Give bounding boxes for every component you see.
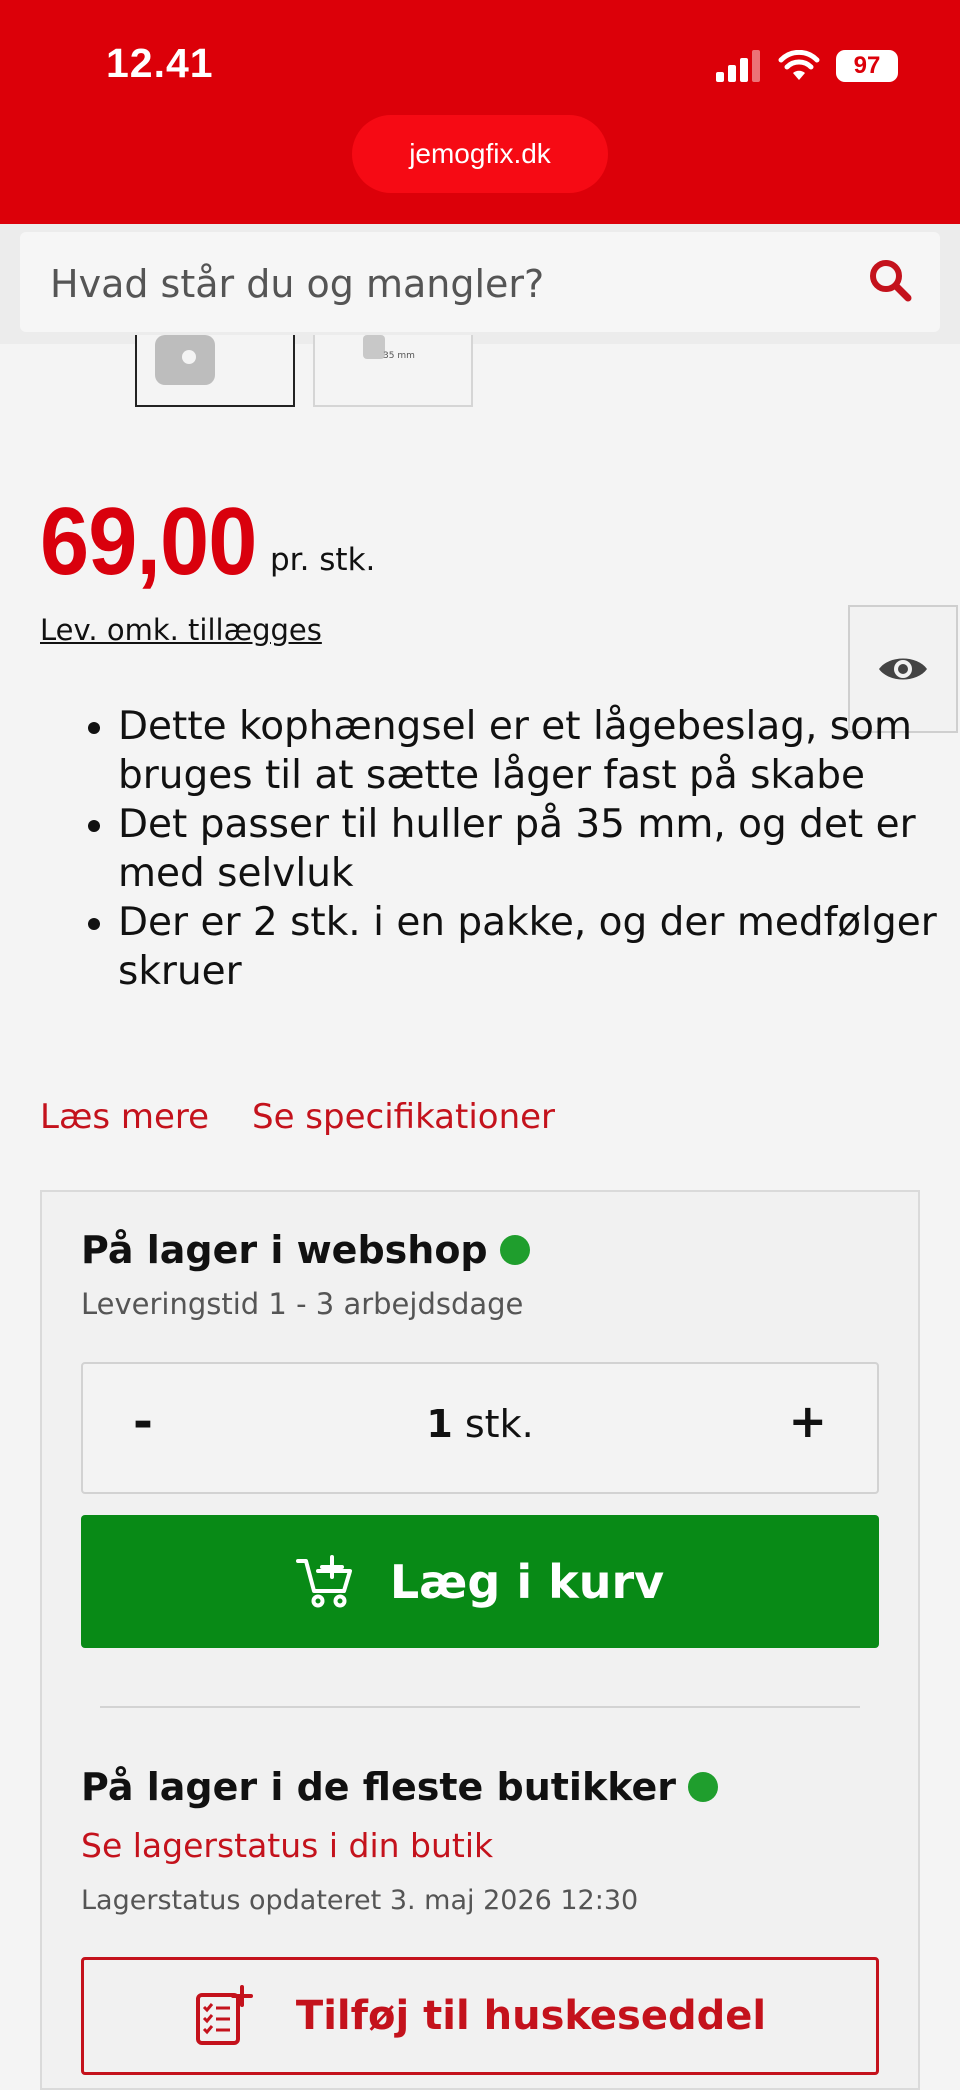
checklist-add-icon: [195, 1985, 253, 2045]
signal-icon: [716, 50, 760, 82]
status-time: 12.41: [106, 40, 214, 86]
add-to-shopping-list-label: Tilføj til huskeseddel: [295, 1993, 767, 2039]
add-to-cart-button[interactable]: Læg i kurv: [81, 1515, 879, 1648]
product-price: 69,00: [40, 488, 257, 595]
product-thumbnail-1[interactable]: [135, 335, 295, 407]
feature-item: Det passer til huller på 35 mm, og det e…: [118, 800, 960, 898]
feature-item: Dette kophængsel er et lågebeslag, som b…: [118, 702, 960, 800]
hinge-image: [155, 335, 215, 385]
quantity-number: 1: [426, 1402, 453, 1446]
feature-list: Dette kophængsel er et lågebeslag, som b…: [60, 702, 960, 996]
add-to-shopping-list-button[interactable]: Tilføj til huskeseddel: [81, 1957, 879, 2075]
quantity-increase-button[interactable]: +: [788, 1394, 827, 1448]
add-to-cart-label: Læg i kurv: [389, 1554, 665, 1609]
search-icon[interactable]: [868, 258, 912, 302]
wifi-icon: [778, 50, 820, 80]
divider: [100, 1706, 860, 1708]
quantity-value[interactable]: 1 stk.: [83, 1402, 877, 1446]
status-icons: 97: [716, 46, 898, 86]
svg-text:35 mm: 35 mm: [383, 351, 415, 361]
store-stock-heading: På lager i de fleste butikker: [81, 1765, 718, 1809]
search-placeholder: Hvad står du og mangler?: [50, 262, 545, 306]
stock-updated: Lagerstatus opdateret 3. maj 2026 12:30: [81, 1885, 639, 1916]
battery-icon: 97: [836, 50, 898, 82]
store-stock-link[interactable]: Se lagerstatus i din butik: [81, 1826, 493, 1865]
cart-add-icon: [295, 1554, 352, 1607]
delivery-time: Leveringstid 1 - 3 arbejdsdage: [81, 1287, 524, 1321]
quantity-stepper: - 1 stk. +: [81, 1362, 879, 1494]
read-more-link[interactable]: Læs mere: [40, 1097, 209, 1137]
in-stock-indicator: [499, 1235, 530, 1265]
delivery-cost-link[interactable]: Lev. omk. tillægges: [40, 613, 322, 647]
url-bar[interactable]: jemogfix.dk: [352, 115, 608, 193]
store-stock-title: På lager i de fleste butikker: [81, 1765, 676, 1809]
quantity-unit: stk.: [464, 1402, 534, 1446]
product-thumbnail-2[interactable]: 35 mm: [313, 335, 473, 407]
price-unit: pr. stk.: [270, 542, 376, 578]
in-stock-indicator: [687, 1772, 718, 1802]
webshop-stock-heading: På lager i webshop: [81, 1228, 530, 1272]
webshop-stock-title: På lager i webshop: [81, 1228, 488, 1272]
feature-item: Der er 2 stk. i en pakke, og der medfølg…: [118, 898, 960, 996]
hinge-dimension-image: 35 mm: [363, 335, 415, 361]
eye-icon: [879, 658, 927, 680]
browser-header: 12.41 97 jemogfix.dk: [0, 0, 960, 224]
see-specifications-link[interactable]: Se specifikationer: [252, 1097, 555, 1137]
